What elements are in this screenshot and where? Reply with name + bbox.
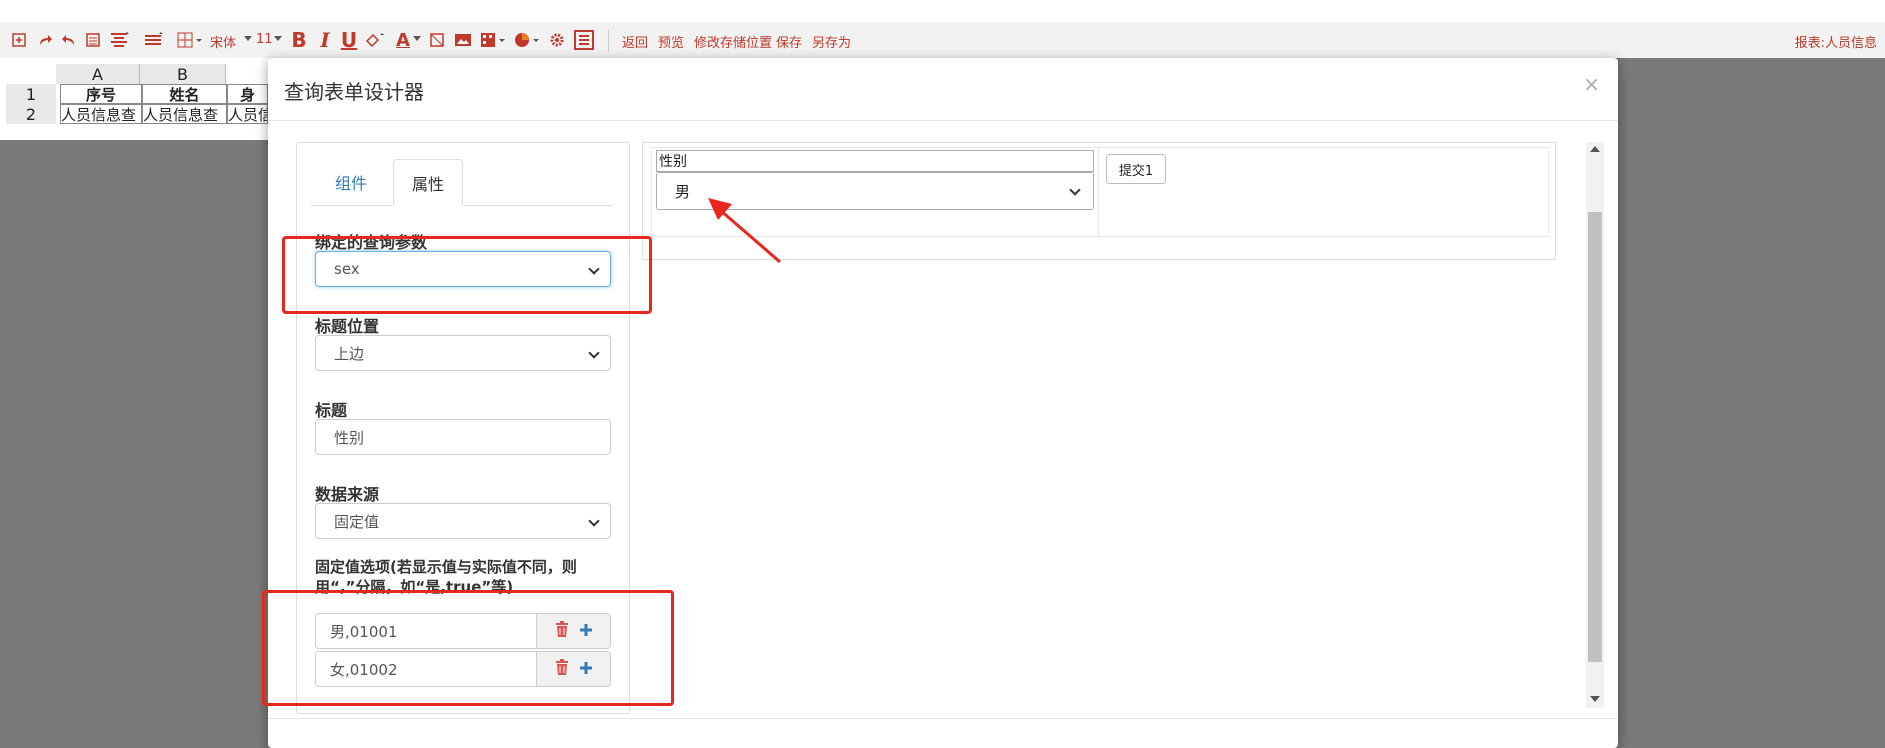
scroll-thumb[interactable]: [1588, 212, 1602, 662]
title-input[interactable]: 性别: [315, 419, 611, 455]
toolbar-separator: [608, 30, 609, 52]
align-justify-icon[interactable]: [140, 28, 168, 52]
form-design-row: 性别 男 提交1: [651, 147, 1549, 237]
cell-c2[interactable]: 人员信: [227, 104, 268, 124]
close-icon[interactable]: ×: [1583, 72, 1600, 96]
border-icon[interactable]: [174, 28, 206, 52]
font-name-dropdown-icon[interactable]: [244, 28, 252, 52]
preview-submit-button[interactable]: 提交1: [1106, 154, 1166, 184]
tab-properties[interactable]: 属性: [393, 159, 463, 206]
tab-components[interactable]: 组件: [311, 159, 391, 205]
gear-icon[interactable]: [546, 28, 568, 52]
align-center-icon[interactable]: [106, 28, 134, 52]
scroll-down-icon[interactable]: [1590, 696, 1600, 702]
toolbar: 宋体 11 B I U A 返回 预览 修改存储位置 保存 另存为 报表:人员信…: [0, 22, 1885, 59]
modal-title: 查询表单设计器: [284, 80, 424, 104]
save-as-link[interactable]: 另存为: [812, 32, 851, 51]
row-header-1[interactable]: 1: [6, 84, 56, 104]
font-color-dropdown-icon[interactable]: [412, 28, 422, 52]
cell-b2[interactable]: 人员信息查: [142, 104, 227, 124]
preview-field-label: 性别: [656, 150, 1094, 172]
cell-a2[interactable]: 人员信息查: [60, 104, 142, 124]
export-icon[interactable]: [8, 28, 30, 52]
back-link[interactable]: 返回: [622, 32, 648, 51]
preview-link[interactable]: 预览: [658, 32, 684, 51]
save-link[interactable]: 保存: [776, 32, 802, 51]
query-form-icon[interactable]: [572, 28, 596, 52]
row-header-2[interactable]: 2: [6, 104, 56, 124]
redo-icon[interactable]: [34, 28, 56, 52]
image-icon[interactable]: [452, 28, 474, 52]
italic-button[interactable]: I: [314, 28, 336, 52]
modal-header-divider: [268, 120, 1618, 121]
underline-button[interactable]: U: [338, 28, 360, 52]
font-size-select[interactable]: 11: [256, 32, 273, 47]
annotation-box: [262, 590, 674, 706]
font-name-select[interactable]: 宋体: [210, 32, 236, 51]
cell-b1[interactable]: 姓名: [142, 84, 227, 104]
title-position-select[interactable]: 上边: [315, 335, 611, 371]
merge-cells-icon[interactable]: [426, 28, 448, 52]
scrollbar[interactable]: [1586, 142, 1604, 708]
column-header-a[interactable]: A: [56, 64, 140, 84]
font-color-button[interactable]: A: [392, 28, 414, 52]
report-name: 报表:人员信息: [1794, 36, 1877, 51]
form-design-canvas: 性别 男 提交1: [642, 142, 1556, 260]
scroll-up-icon[interactable]: [1590, 146, 1600, 152]
title-position-label: 标题位置: [315, 317, 380, 336]
column-header-b[interactable]: B: [140, 64, 226, 84]
change-storage-link[interactable]: 修改存储位置: [694, 32, 772, 51]
modal-footer-divider: [268, 718, 1618, 719]
preview-gender-select[interactable]: 男: [656, 172, 1094, 210]
bold-button[interactable]: B: [288, 28, 310, 52]
format-painter-icon[interactable]: [82, 28, 104, 52]
panel-tabs: 组件 属性: [311, 159, 613, 206]
fill-color-icon[interactable]: [362, 28, 388, 52]
chart-icon[interactable]: [512, 28, 542, 52]
undo-icon[interactable]: [58, 28, 80, 52]
data-source-select[interactable]: 固定值: [315, 503, 611, 539]
annotation-box: [282, 236, 652, 314]
cell-a1[interactable]: 序号: [60, 84, 142, 104]
font-size-dropdown-icon[interactable]: [274, 28, 282, 52]
title-label: 标题: [315, 401, 348, 420]
data-source-label: 数据来源: [315, 485, 380, 504]
cell-c1[interactable]: 身: [227, 84, 268, 104]
form-design-cell[interactable]: 性别 男: [652, 148, 1099, 236]
barcode-icon[interactable]: [478, 28, 508, 52]
